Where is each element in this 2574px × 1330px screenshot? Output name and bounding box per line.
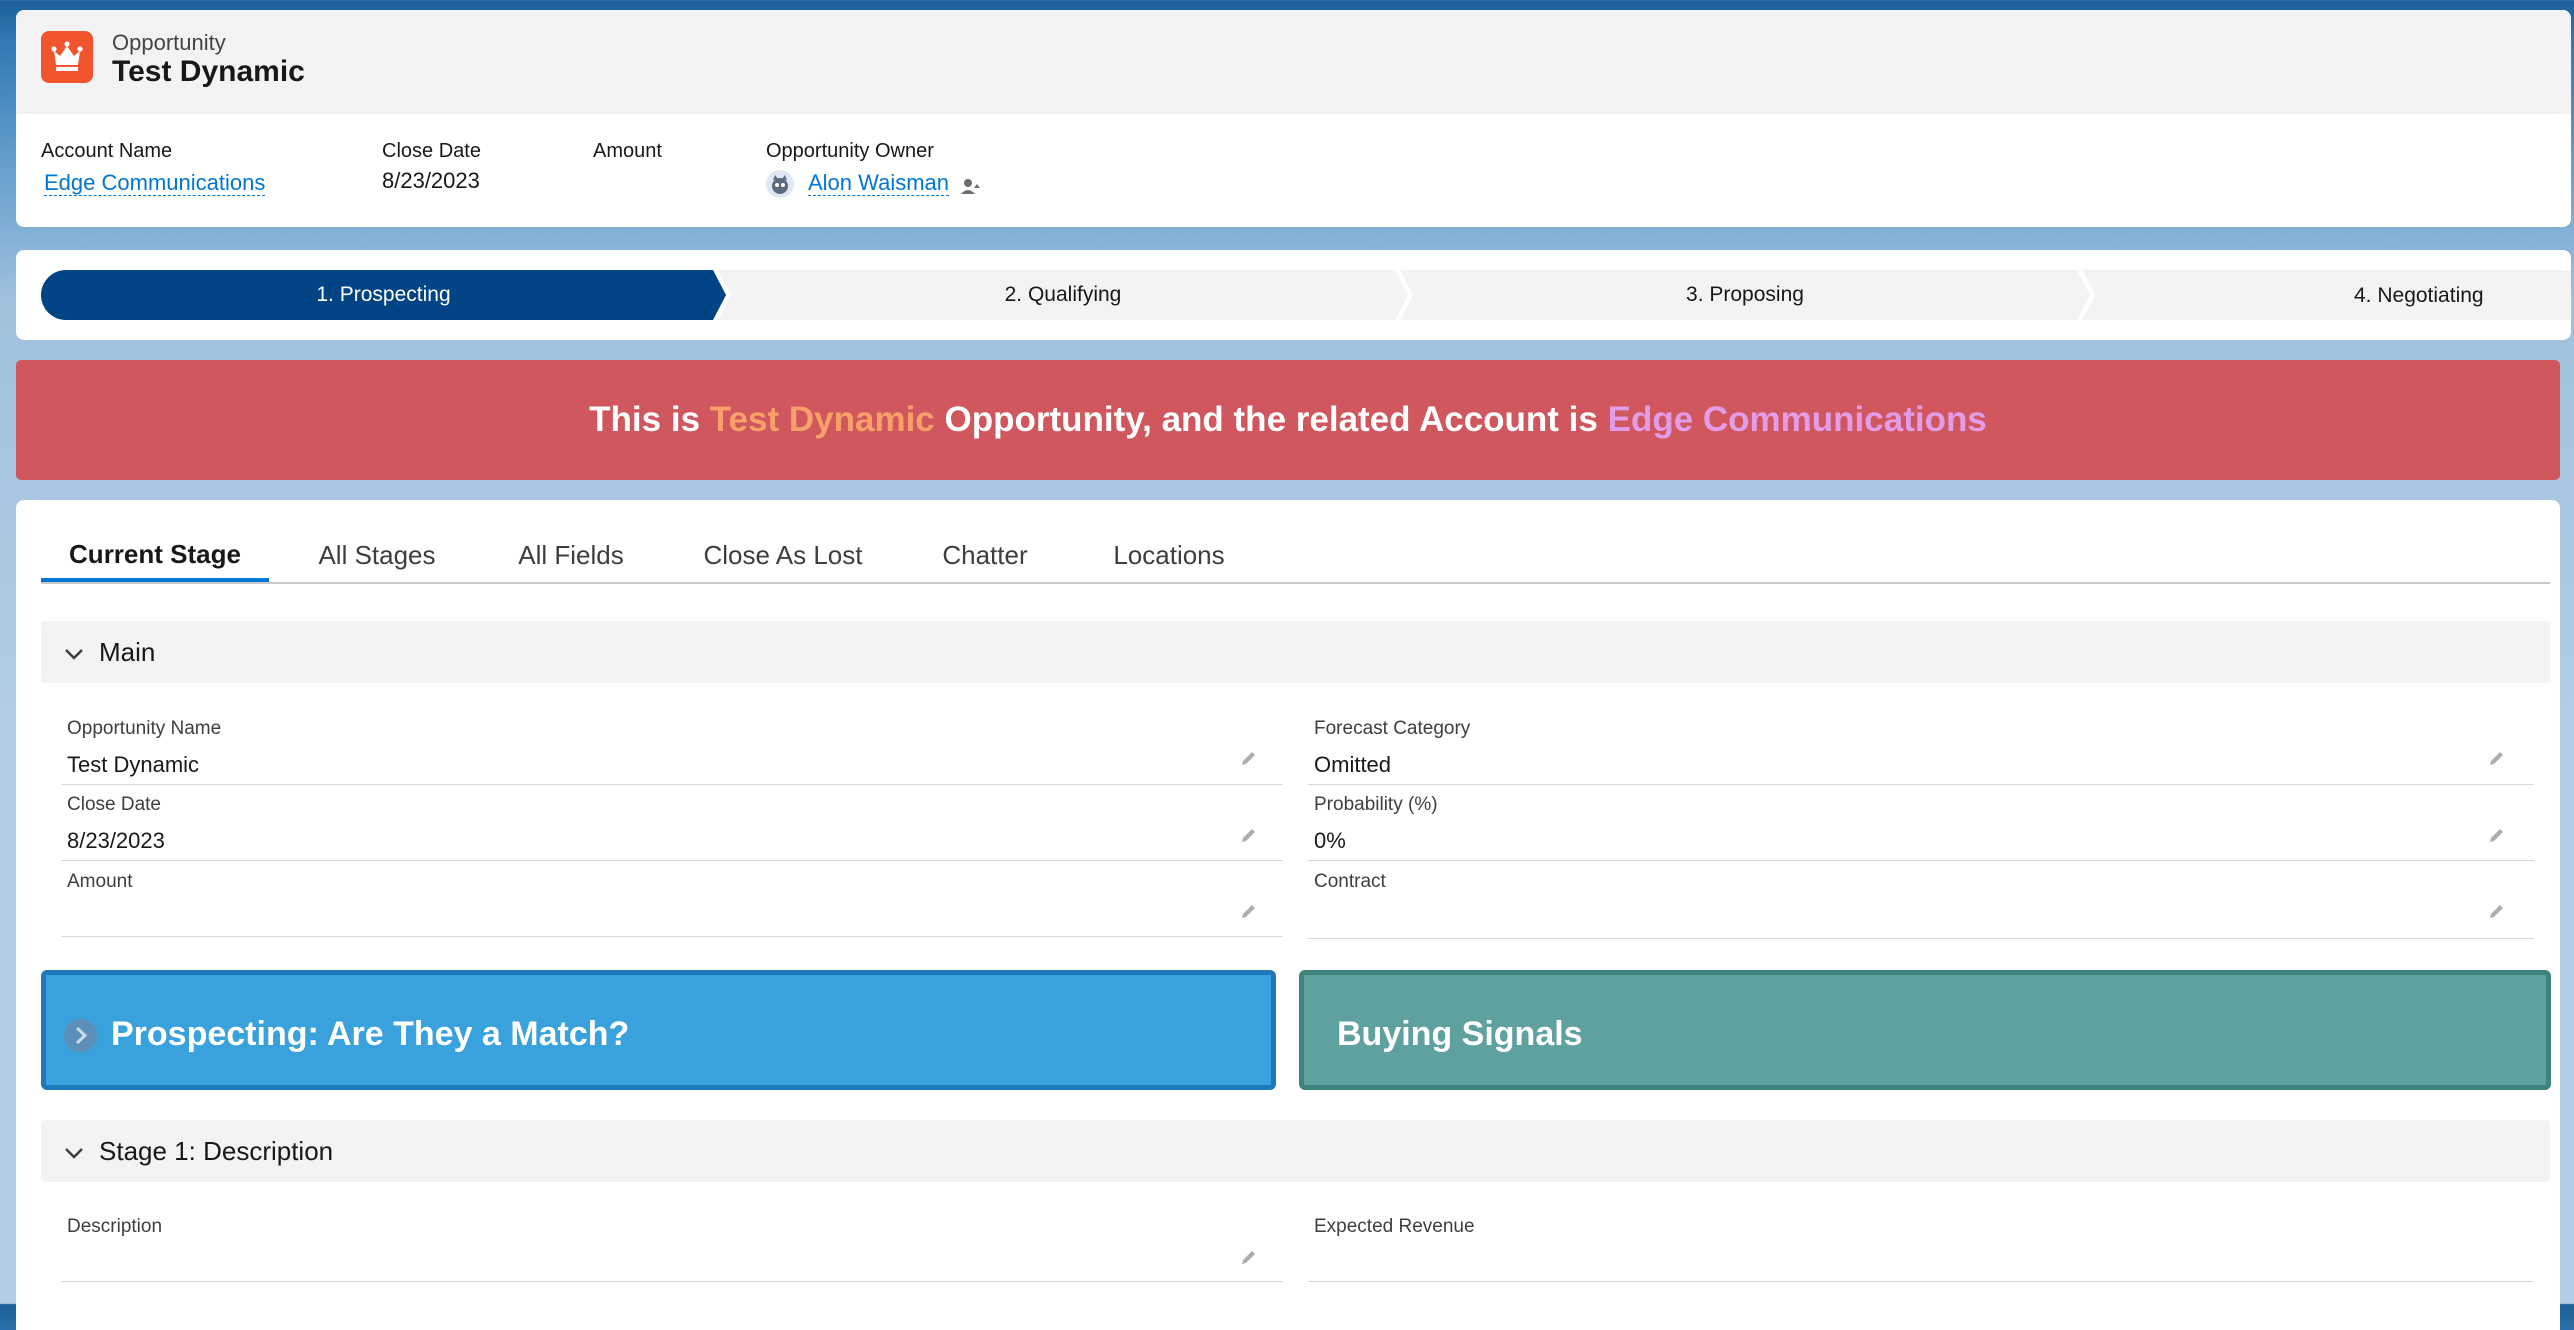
sales-path: 1. Prospecting 2. Qualifying 3. Proposin…	[16, 250, 2571, 340]
path-stage-label: 1. Prospecting	[316, 283, 451, 306]
opportunity-crown-icon	[41, 31, 93, 83]
opportunity-owner-label: Opportunity Owner	[766, 140, 934, 162]
record-header-title-bar: Opportunity Test Dynamic	[16, 10, 2571, 114]
account-name-link[interactable]: Edge Communications	[44, 170, 266, 196]
probability-label: Probability (%)	[1314, 794, 1438, 815]
close-date-field-label: Close Date	[67, 794, 161, 815]
banner-opportunity-name: Test Dynamic	[709, 400, 935, 439]
forecast-category-label: Forecast Category	[1314, 718, 1471, 739]
path-stage-label: 2. Qualifying	[1004, 283, 1122, 306]
edit-pencil-icon[interactable]	[2488, 826, 2506, 844]
tab-current-stage[interactable]: Current Stage	[41, 530, 269, 582]
edit-pencil-icon[interactable]	[1240, 749, 1258, 767]
path-stage-negotiating[interactable]: 4. Negotiating	[2082, 270, 2571, 320]
prospecting-card-title: Prospecting: Are They a Match?	[111, 1015, 630, 1053]
field-divider	[61, 1281, 1283, 1282]
prospecting-guidance-card: Prospecting: Are They a Match?	[41, 970, 1276, 1090]
field-divider	[1308, 860, 2534, 861]
tab-locations[interactable]: Locations	[1104, 530, 1234, 580]
close-date-label: Close Date	[382, 140, 481, 162]
contract-label: Contract	[1314, 871, 1386, 892]
field-divider	[1308, 1281, 2534, 1282]
user-avatar-icon[interactable]	[766, 170, 794, 198]
edit-pencil-icon[interactable]	[2488, 749, 2506, 767]
chevron-down-icon	[65, 649, 83, 660]
expected-revenue-label: Expected Revenue	[1314, 1216, 1475, 1237]
object-type-label: Opportunity	[112, 30, 226, 55]
field-divider	[1308, 938, 2534, 939]
record-detail-tabs-card: Current Stage All Stages All Fields Clos…	[16, 500, 2560, 1330]
record-title: Test Dynamic	[112, 55, 305, 88]
edit-pencil-icon[interactable]	[2488, 902, 2506, 920]
account-name-label: Account Name	[41, 140, 173, 162]
change-owner-icon[interactable]	[960, 175, 982, 197]
tab-all-fields[interactable]: All Fields	[511, 530, 631, 580]
path-stage-proposing[interactable]: 3. Proposing	[1400, 270, 2090, 320]
section-main-header[interactable]: Main	[41, 621, 2550, 683]
banner-text-1: This is	[589, 400, 710, 439]
chevron-right-icon[interactable]	[64, 1019, 97, 1052]
path-stage-prospecting[interactable]: 1. Prospecting	[41, 270, 726, 320]
tab-chatter[interactable]: Chatter	[930, 530, 1040, 580]
tab-close-as-lost[interactable]: Close As Lost	[698, 530, 868, 580]
section-stage1-title: Stage 1: Description	[99, 1136, 334, 1166]
edit-pencil-icon[interactable]	[1240, 1248, 1258, 1266]
edit-pencil-icon[interactable]	[1240, 902, 1258, 920]
field-divider	[1308, 784, 2534, 785]
description-label: Description	[67, 1216, 163, 1237]
buying-signals-card: Buying Signals	[1299, 970, 2551, 1090]
section-main-title: Main	[99, 637, 156, 667]
tab-all-stages[interactable]: All Stages	[312, 530, 442, 580]
amount-field-label: Amount	[67, 871, 133, 892]
close-date-field-value: 8/23/2023	[67, 828, 165, 853]
path-stage-label: 3. Proposing	[1686, 283, 1804, 306]
field-divider	[61, 784, 1283, 785]
amount-label: Amount	[593, 140, 662, 162]
banner-account-name: Edge Communications	[1607, 400, 1987, 439]
dynamic-banner: This is Test Dynamic Opportunity, and th…	[16, 360, 2560, 480]
chevron-down-icon	[65, 1148, 83, 1159]
field-divider	[61, 936, 1283, 937]
opportunity-name-label: Opportunity Name	[67, 718, 222, 739]
opportunity-owner-link[interactable]: Alon Waisman	[808, 170, 950, 196]
record-header: Opportunity Test Dynamic Account Name Ed…	[16, 10, 2571, 227]
buying-signals-title: Buying Signals	[1337, 1015, 1583, 1053]
opportunity-name-value: Test Dynamic	[67, 752, 200, 777]
section-stage1-header[interactable]: Stage 1: Description	[41, 1120, 2550, 1182]
tab-bar: Current Stage All Stages All Fields Clos…	[41, 530, 2550, 584]
edit-pencil-icon[interactable]	[1240, 826, 1258, 844]
forecast-category-value: Omitted	[1314, 752, 1392, 777]
banner-text-2: Opportunity, and the related Account is	[934, 400, 1608, 439]
path-stage-label: 4. Negotiating	[2354, 284, 2484, 307]
field-divider	[61, 860, 1283, 861]
close-date-value: 8/23/2023	[382, 168, 480, 193]
probability-value: 0%	[1314, 828, 1346, 853]
path-stage-qualifying[interactable]: 2. Qualifying	[718, 270, 1408, 320]
